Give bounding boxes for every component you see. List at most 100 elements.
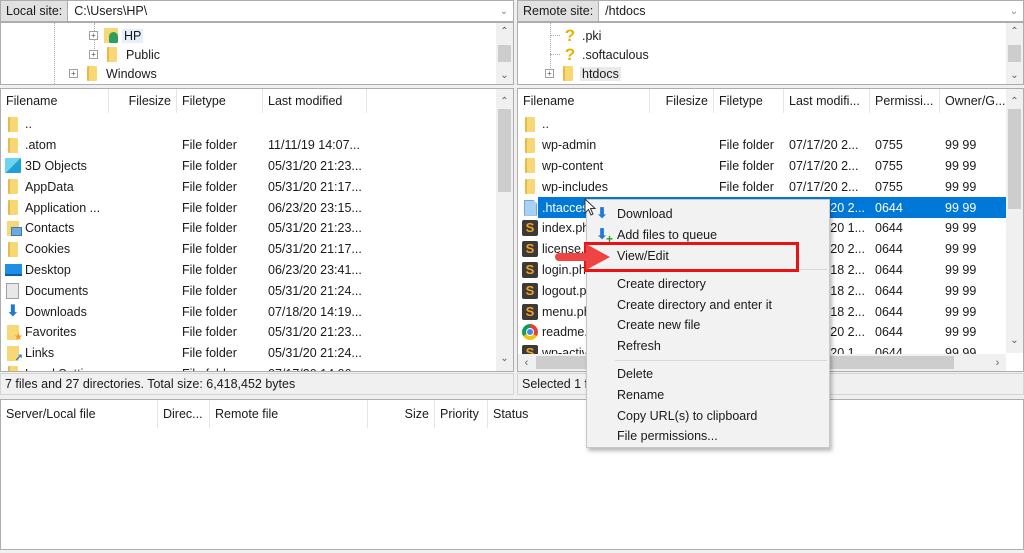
scroll-left-icon[interactable]: ‹ [518,354,535,371]
scroll-thumb[interactable] [1008,45,1021,62]
filetype-cell: File folder [719,179,774,194]
local-tree-scrollbar[interactable]: ⌃ ⌄ [496,23,513,84]
scroll-up-icon[interactable]: ⌃ [1006,93,1023,110]
column-header-filetype[interactable]: Filetype [177,89,263,113]
annotation-highlight-box [584,242,799,272]
scroll-down-icon[interactable]: ⌄ [1006,332,1023,349]
filename-cell: .atom [1,137,177,153]
file-row[interactable]: Application ... File folder 06/23/20 23:15… [1,197,496,218]
menu-item-label: Add files to queue [617,228,718,243]
queue-header: Server/Local file Direc... Remote file S… [1,400,1023,428]
file-row[interactable]: .atom File folder 11/11/19 14:07... [1,135,496,156]
file-row[interactable]: Links File folder 05/31/20 21:24... [1,343,496,364]
scroll-thumb[interactable] [498,45,511,62]
file-row[interactable]: 3D Objects File folder 05/31/20 21:23... [1,156,496,177]
scroll-down-icon[interactable]: ⌄ [1006,67,1023,84]
local-tree-item[interactable]: + HP [89,26,144,45]
file-row[interactable]: Desktop File folder 06/23/20 23:41... [1,260,496,281]
column-header-filesize[interactable]: Filesize [650,89,714,113]
menu-item-label: Rename [617,387,665,402]
column-header-size[interactable]: Size [368,400,435,428]
local-tree-item[interactable]: + Windows [69,64,159,83]
remote-tree-item[interactable]: ? .pki [550,26,601,45]
remote-site-path-input[interactable]: /htdocs [599,1,1005,21]
remote-list-scrollbar[interactable]: ⌃ ⌄ [1006,89,1023,353]
menu-item-label: Delete [617,366,654,381]
file-row[interactable]: .. [518,114,1006,135]
menu-item-download[interactable]: ⬇ Download [587,204,829,225]
permissions-cell: 0644 [875,283,903,298]
local-directory-tree: + HP + Public + Windows ⌃ ⌄ [0,22,514,85]
file-row[interactable]: Local Settings File folder07/17/20 14:06.… [1,364,496,371]
menu-item-create-directory[interactable]: Create directory [587,273,829,294]
scroll-thumb[interactable] [1008,109,1021,209]
column-header-last-modified[interactable]: Last modifi... [784,89,870,113]
remote-tree-scrollbar[interactable]: ⌃ ⌄ [1006,23,1023,84]
column-header-filename[interactable]: ⌃ Filename [1,89,109,113]
remote-tree-item[interactable]: + htdocs [545,64,621,83]
column-header-filetype[interactable]: Filetype [714,89,784,113]
filetype-cell: File folder [182,158,237,173]
local-tree-item[interactable]: + Public [89,45,162,64]
scroll-right-icon[interactable]: › [989,354,1006,371]
menu-item-copy-url-s-to-clipboard[interactable]: Copy URL(s) to clipboard [587,405,829,426]
modified-cell: 07/17/20 14:06... [263,367,373,371]
local-site-dropdown-icon[interactable]: ⌄ [495,1,513,21]
modified-cell: 05/31/20 21:23... [268,221,362,236]
menu-item-refresh[interactable]: Refresh [587,336,829,357]
filename-cell: Favorites [1,324,177,340]
expand-icon[interactable]: + [545,69,554,78]
filetype-cell: File folder [182,138,237,153]
local-site-path-input[interactable]: C:\Users\HP\ [68,1,495,21]
column-header-direction[interactable]: Direc... [158,400,210,428]
local-list-scrollbar[interactable]: ⌃ ⌄ [496,89,513,371]
scroll-thumb[interactable] [498,109,511,192]
file-row[interactable]: Contacts File folder 05/31/20 21:23... [1,218,496,239]
remote-site-dropdown-icon[interactable]: ⌄ [1005,1,1023,21]
column-header-filename[interactable]: ⌃ Filename [518,89,650,113]
menu-item-file-permissions[interactable]: File permissions... [587,426,829,447]
scroll-up-icon[interactable]: ⌃ [1006,23,1023,40]
filename: .atom [25,138,57,153]
file-row[interactable]: AppData File folder 05/31/20 21:17... [1,176,496,197]
column-header-remote-file[interactable]: Remote file [210,400,368,428]
menu-item-rename[interactable]: Rename [587,384,829,405]
menu-item-create-new-file[interactable]: Create new file [587,315,829,336]
file-row[interactable]: Documents File folder 05/31/20 21:24... [1,280,496,301]
column-header-filesize[interactable]: Filesize [109,89,177,113]
scroll-down-icon[interactable]: ⌄ [496,67,513,84]
expand-icon[interactable]: + [89,31,98,40]
remote-tree-item[interactable]: ? .softaculous [550,45,649,64]
file-row[interactable]: Favorites File folder 05/31/20 21:23... [1,322,496,343]
column-header-permissions[interactable]: Permissi... [870,89,940,113]
sublime-file-icon: S [522,241,538,258]
unknown-icon: ? [564,44,576,64]
column-header-last-modified[interactable]: Last modified [263,89,367,113]
file-row[interactable]: Cookies File folder 05/31/20 21:17... [1,239,496,260]
file-row[interactable]: .. [1,114,496,135]
menu-item-label: Copy URL(s) to clipboard [617,408,758,423]
menu-item-create-directory-and-enter-it[interactable]: Create directory and enter it [587,294,829,315]
expand-icon[interactable]: + [69,69,78,78]
modified-cell: 07/18/20 14:19... [268,304,362,319]
scroll-down-icon[interactable]: ⌄ [496,350,513,367]
filename: wp-admin [542,138,597,153]
sort-ascending-icon: ⌃ [49,89,56,95]
column-header-owner-group[interactable]: Owner/G... [940,89,1008,113]
file-row[interactable]: wp-admin File folder 07/17/20 2... 0755 99 9… [518,135,1006,156]
scroll-up-icon[interactable]: ⌃ [496,93,513,110]
file-row[interactable]: ⬇ Downloads File folder 07/18/20 14:19... [1,301,496,322]
file-row[interactable]: wp-content File folder 07/17/20 2... 0755 99… [518,156,1006,177]
scroll-up-icon[interactable]: ⌃ [496,23,513,40]
file-row[interactable]: wp-includes File folder 07/17/20 2... 0755 9… [518,176,1006,197]
column-header-server-local-file[interactable]: Server/Local file [1,400,158,428]
expand-icon[interactable]: + [89,50,98,59]
column-header-priority[interactable]: Priority [435,400,488,428]
local-list-header: ⌃ Filename Filesize Filetype Last modifi… [1,89,513,113]
tree-item-label: HP [122,28,144,43]
permissions-cell: 0755 [875,179,903,194]
filetype-cell: File folder [182,346,237,361]
file-icon [524,199,537,216]
modified-cell: 05/31/20 21:23... [268,325,362,340]
menu-item-delete[interactable]: Delete [587,364,829,385]
